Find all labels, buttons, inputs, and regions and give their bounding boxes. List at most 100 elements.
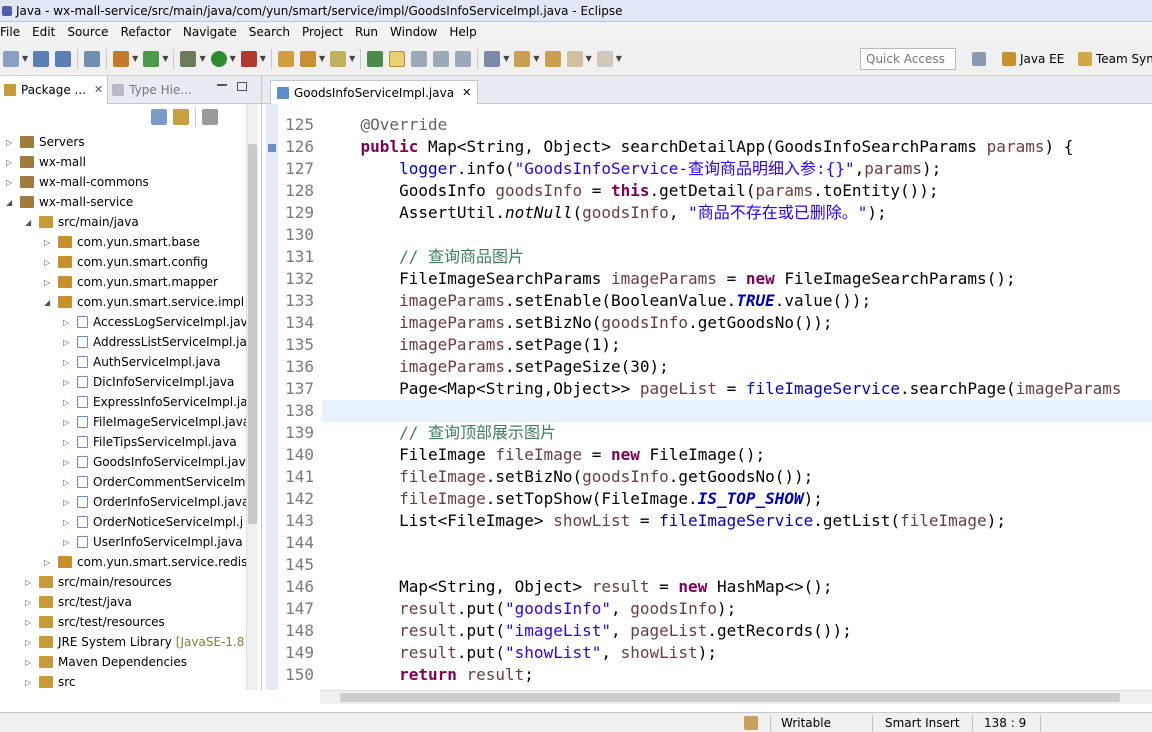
back-dropdown-icon[interactable]: [566, 50, 583, 67]
collapsed-arrow-icon[interactable]: ▷: [63, 498, 73, 507]
menu-edit[interactable]: Edit: [26, 25, 61, 39]
dropdown-icon[interactable]: ▼: [349, 54, 355, 63]
code-line[interactable]: Map<String, Object> result = new HashMap…: [322, 576, 1152, 598]
collapse-all-icon[interactable]: [151, 109, 167, 125]
perspective-java-ee[interactable]: Java EE: [1002, 49, 1064, 69]
collapsed-arrow-icon[interactable]: ▷: [6, 158, 16, 167]
collapsed-arrow-icon[interactable]: ▷: [63, 538, 73, 547]
tree-item[interactable]: ▷ AuthServiceImpl.java: [63, 352, 221, 372]
tree-item[interactable]: ▷ Servers: [6, 132, 85, 152]
tab-package-explorer[interactable]: Package ... ✕: [0, 75, 109, 104]
scroll-thumb[interactable]: [340, 693, 1120, 702]
tree-item[interactable]: ▷ OrderNoticeServiceImpl.j: [63, 512, 243, 532]
tree-item[interactable]: ▷ OrderCommentServiceIm: [63, 472, 245, 492]
tab-type-hierarchy[interactable]: Type Hie...: [108, 83, 196, 97]
collapsed-arrow-icon[interactable]: ▷: [63, 518, 73, 527]
collapsed-arrow-icon[interactable]: ▷: [63, 478, 73, 487]
code-editor[interactable]: 125 126 127 128 129 130 131 132 133 134 135 136 137 1…: [262, 104, 1152, 690]
tree-item[interactable]: ▷ Maven Dependencies: [25, 652, 187, 672]
dropdown-icon[interactable]: ▼: [319, 54, 325, 63]
dropdown-icon[interactable]: ▼: [533, 54, 539, 63]
expanded-arrow-icon[interactable]: ◢: [6, 198, 16, 207]
collapsed-arrow-icon[interactable]: ▷: [44, 558, 54, 567]
collapsed-arrow-icon[interactable]: ▷: [44, 278, 54, 287]
menu-refactor[interactable]: Refactor: [115, 25, 177, 39]
code-line[interactable]: public Map<String, Object> searchDetailA…: [322, 136, 1152, 158]
collapsed-arrow-icon[interactable]: ▷: [25, 638, 35, 647]
code-line[interactable]: logger.info("GoodsInfoService-查询商品明细入参:{…: [322, 158, 1152, 180]
tree-item[interactable]: ▷ com.yun.smart.base: [44, 232, 200, 252]
minimize-icon[interactable]: [217, 84, 227, 86]
collapsed-arrow-icon[interactable]: ▷: [63, 378, 73, 387]
tree-item[interactable]: ▷ src/test/java: [25, 592, 132, 612]
collapsed-arrow-icon[interactable]: ▷: [44, 258, 54, 267]
code-line[interactable]: imageParams.setPage(1);: [322, 334, 1152, 356]
collapsed-arrow-icon[interactable]: ▷: [63, 418, 73, 427]
external-tools-icon[interactable]: [240, 50, 257, 67]
dropdown-icon[interactable]: ▼: [586, 54, 592, 63]
new-java-project-icon[interactable]: [113, 50, 130, 67]
code-line[interactable]: AssertUtil.notNull(goodsInfo, "商品不存在或已删除…: [322, 202, 1152, 224]
maximize-icon[interactable]: [237, 82, 247, 91]
expanded-arrow-icon[interactable]: ◢: [25, 218, 35, 227]
code-line[interactable]: imageParams.setBizNo(goodsInfo.getGoodsN…: [322, 312, 1152, 334]
tree-item[interactable]: ▷ UserInfoServiceImpl.java: [63, 532, 243, 552]
block-selection-icon[interactable]: [433, 50, 450, 67]
code-line[interactable]: // 查询顶部展示图片: [322, 422, 1152, 444]
link-with-editor-icon[interactable]: [173, 109, 189, 125]
tree-item[interactable]: ▷ wx-mall: [6, 152, 86, 172]
new-dropdown-icon[interactable]: ▼: [22, 54, 28, 63]
collapsed-arrow-icon[interactable]: ▷: [25, 658, 35, 667]
perspective-team-sync[interactable]: Team Syn: [1078, 49, 1152, 69]
run-icon[interactable]: [210, 50, 227, 67]
tree-item[interactable]: ▷ JRE System Library [JavaSE-1.8]: [25, 632, 249, 652]
code-line[interactable]: [322, 532, 1152, 554]
code-line[interactable]: fileImage.setBizNo(goodsInfo.getGoodsNo(…: [322, 466, 1152, 488]
mark-occurrences-icon[interactable]: [389, 50, 406, 67]
new-icon[interactable]: [3, 50, 19, 67]
code-line[interactable]: @Override: [322, 114, 1152, 136]
menu-search[interactable]: Search: [243, 25, 296, 39]
tree-item[interactable]: ▷ DicInfoServiceImpl.java: [63, 372, 234, 392]
open-type-icon[interactable]: [277, 50, 294, 67]
code-line[interactable]: imageParams.setEnable(BooleanValue.TRUE.…: [322, 290, 1152, 312]
collapsed-arrow-icon[interactable]: ▷: [63, 338, 73, 347]
tree-item[interactable]: ▷ AddressListServiceImpl.ja: [63, 332, 247, 352]
menu-help[interactable]: Help: [443, 25, 482, 39]
code-line[interactable]: // 查询商品图片: [322, 246, 1152, 268]
tree-item[interactable]: ▷ src/main/resources: [25, 572, 172, 592]
tree-item[interactable]: ◢ src/main/java: [25, 212, 139, 232]
code-line[interactable]: fileImage.setTopShow(FileImage.IS_TOP_SH…: [322, 488, 1152, 510]
menu-window[interactable]: Window: [384, 25, 443, 39]
code-line[interactable]: imageParams.setPageSize(30);: [322, 356, 1152, 378]
dropdown-icon[interactable]: ▼: [230, 54, 236, 63]
editor-horizontal-scrollbar[interactable]: [320, 690, 1152, 704]
code-line[interactable]: FileImage fileImage = new FileImage();: [322, 444, 1152, 466]
menu-source[interactable]: Source: [61, 25, 114, 39]
code-line[interactable]: Page<Map<String,Object>> pageList = file…: [322, 378, 1152, 400]
collapsed-arrow-icon[interactable]: ▷: [25, 618, 35, 627]
code-line[interactable]: [322, 224, 1152, 246]
collapsed-arrow-icon[interactable]: ▷: [63, 358, 73, 367]
debug-icon[interactable]: [180, 50, 197, 67]
collapsed-arrow-icon[interactable]: ▷: [63, 438, 73, 447]
code-line[interactable]: GoodsInfo goodsInfo = this.getDetail(par…: [322, 180, 1152, 202]
collapsed-arrow-icon[interactable]: ▷: [63, 398, 73, 407]
last-edit-icon[interactable]: [514, 50, 531, 67]
dropdown-icon[interactable]: ▼: [503, 54, 509, 63]
open-task-icon[interactable]: [299, 50, 316, 67]
code-line[interactable]: FileImageSearchParams imageParams = new …: [322, 268, 1152, 290]
tree-item[interactable]: ▷ com.yun.smart.mapper: [44, 272, 218, 292]
editor-tab-active[interactable]: GoodsInfoServiceImpl.java ✕: [270, 80, 479, 104]
code-line[interactable]: return result;: [322, 664, 1152, 686]
dropdown-icon[interactable]: ▼: [199, 54, 205, 63]
tree-item[interactable]: ▷ OrderInfoServiceImpl.java: [63, 492, 249, 512]
new-class-icon[interactable]: [143, 50, 160, 67]
collapsed-arrow-icon[interactable]: ▷: [6, 138, 16, 147]
tree-item[interactable]: ▷ com.yun.smart.config: [44, 252, 208, 272]
scroll-thumb[interactable]: [248, 144, 257, 524]
tree-item[interactable]: ▷ FileTipsServiceImpl.java: [63, 432, 237, 452]
tree-item[interactable]: ▷ GoodsInfoServiceImpl.jav: [63, 452, 246, 472]
code-line[interactable]: [322, 554, 1152, 576]
override-marker-icon[interactable]: [268, 144, 276, 152]
